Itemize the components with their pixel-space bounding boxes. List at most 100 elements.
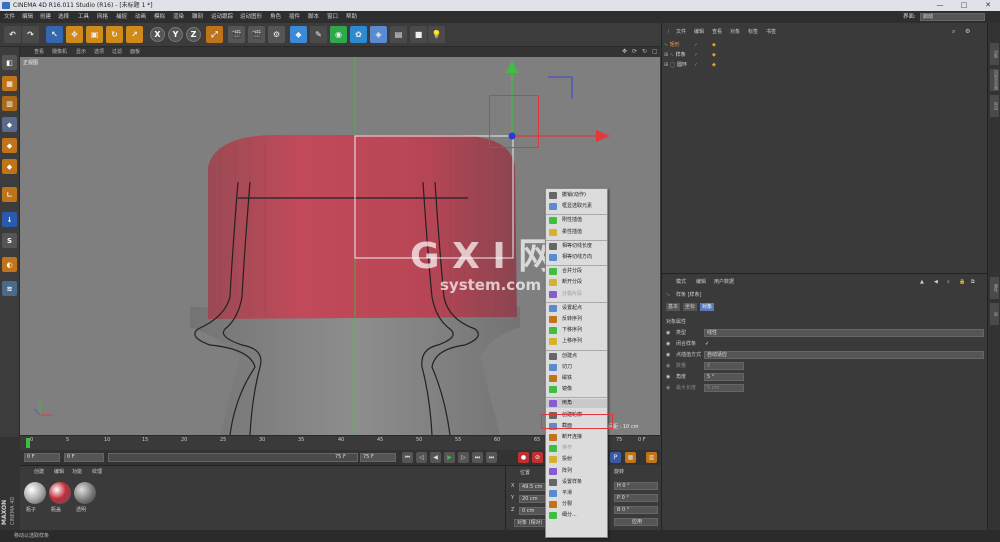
angle-field[interactable]: 5 °: [704, 373, 744, 381]
object-row-torus[interactable]: ⊞ ◯ 圆环 ✓ ◆: [664, 61, 986, 70]
viewport-menu-options[interactable]: 选项: [94, 47, 104, 57]
context-menu-item[interactable]: 刚性插值: [546, 216, 607, 225]
mat-menu-texture[interactable]: 纹理: [92, 468, 102, 475]
max-length-field[interactable]: 5 cm: [704, 384, 744, 392]
goto-start-icon[interactable]: ⏮: [402, 452, 413, 463]
viewport-zoom-icon[interactable]: ⟳: [632, 47, 637, 57]
context-menu-item[interactable]: 镜像: [546, 385, 607, 394]
auto-key-icon[interactable]: ⊘: [532, 452, 543, 463]
layers-icon[interactable]: ≋: [2, 281, 17, 296]
viewport-rotate-icon[interactable]: ↻: [642, 47, 647, 57]
live-selection-icon[interactable]: ↖: [46, 26, 63, 43]
rot-h-field[interactable]: H 0 °: [614, 482, 658, 490]
menu-help[interactable]: 帮助: [346, 12, 357, 22]
points-mode-icon[interactable]: ◆: [2, 159, 17, 174]
radio-icon[interactable]: ◉: [666, 352, 670, 358]
mat-menu-create[interactable]: 创建: [34, 468, 44, 475]
move-icon[interactable]: ✥: [66, 26, 83, 43]
subdivision-surface-icon[interactable]: ◉: [330, 26, 347, 43]
viewport-move-icon[interactable]: ✥: [622, 47, 627, 57]
context-menu-item[interactable]: 平滑: [546, 489, 607, 498]
attr-back-icon[interactable]: ◀: [934, 278, 938, 287]
menu-edit[interactable]: 编辑: [22, 12, 33, 22]
menu-mesh[interactable]: 网格: [97, 12, 108, 22]
objmgr-menu-view[interactable]: 查看: [712, 27, 722, 37]
tag-icon[interactable]: ◆: [712, 41, 716, 50]
object-name[interactable]: 圆环: [677, 62, 687, 68]
attr-up-arrow-icon[interactable]: ▲: [920, 278, 924, 287]
play-icon[interactable]: ▶: [444, 452, 455, 463]
mat-menu-edit[interactable]: 编辑: [54, 468, 64, 475]
object-manager-grip-icon[interactable]: ⋮: [666, 27, 671, 37]
context-menu-item[interactable]: 设置起点: [546, 304, 607, 313]
context-menu-item[interactable]: 相等切线长度: [546, 242, 607, 251]
context-menu-item[interactable]: 切刀: [546, 363, 607, 372]
closed-spline-checkbox[interactable]: ✓: [705, 340, 709, 349]
visibility-check-icon[interactable]: ✓: [694, 61, 698, 70]
render-view-icon[interactable]: 🎬: [228, 26, 245, 43]
context-menu-item[interactable]: 创建点: [546, 352, 607, 361]
context-menu-item[interactable]: 投射: [546, 455, 607, 464]
object-row-rectangle[interactable]: ∿ 矩形 ✓ ◆: [664, 41, 986, 50]
attr-lock-icon[interactable]: 🔒: [959, 278, 965, 287]
context-menu-item[interactable]: 上移序列: [546, 337, 607, 346]
visibility-check-icon[interactable]: ✓: [694, 41, 698, 50]
next-frame-icon[interactable]: ▷: [458, 452, 469, 463]
coordinate-system-icon[interactable]: ⤢: [206, 26, 223, 43]
camera-icon[interactable]: ■: [410, 26, 427, 43]
interpolation-select[interactable]: 自动适应: [704, 351, 984, 359]
attr-tab-coord[interactable]: 坐标: [683, 303, 698, 311]
tab-objects[interactable]: 对象: [990, 43, 999, 65]
context-menu-item[interactable]: 反转序列: [546, 315, 607, 324]
rot-b-field[interactable]: B 0 °: [614, 506, 658, 514]
tab-attributes[interactable]: 属性: [990, 277, 999, 299]
close-button[interactable]: ✕: [976, 0, 1000, 11]
context-menu-item[interactable]: 断开分段: [546, 278, 607, 287]
number-field[interactable]: 8: [704, 362, 744, 370]
start-frame-field[interactable]: 0 F: [24, 453, 60, 462]
tab-content-browser[interactable]: 内容浏览器: [990, 69, 999, 91]
deformer-icon[interactable]: ◈: [370, 26, 387, 43]
menu-select[interactable]: 选择: [58, 12, 69, 22]
prev-frame-icon[interactable]: ◀: [430, 452, 441, 463]
record-icon[interactable]: ●: [518, 452, 529, 463]
z-axis-lock-icon[interactable]: Z: [186, 27, 201, 42]
expand-icon[interactable]: ⊞: [664, 62, 668, 68]
array-icon[interactable]: ✿: [350, 26, 367, 43]
edges-mode-icon[interactable]: ∟: [2, 187, 17, 202]
tag-icon[interactable]: ◆: [712, 51, 716, 60]
context-menu-item[interactable]: 下移序列: [546, 326, 607, 335]
context-menu-item[interactable]: 框显选取元素: [546, 202, 607, 211]
scene-icon[interactable]: ▤: [390, 26, 407, 43]
radio-icon[interactable]: ◉: [666, 341, 670, 347]
objmgr-menu-edit[interactable]: 编辑: [694, 27, 704, 37]
keyframe-selection-icon[interactable]: P: [610, 452, 621, 463]
scale-icon[interactable]: ▣: [86, 26, 103, 43]
redo-icon[interactable]: ↷: [22, 26, 39, 43]
maximize-button[interactable]: □: [952, 0, 976, 11]
menu-character[interactable]: 角色: [270, 12, 281, 22]
context-menu-item[interactable]: 撤销(动作): [546, 191, 607, 200]
material-ball-cap[interactable]: [49, 482, 71, 504]
current-frame-field[interactable]: 0 F: [64, 453, 104, 462]
objmgr-search-icon[interactable]: ⌕: [952, 27, 955, 37]
x-axis-lock-icon[interactable]: X: [150, 27, 165, 42]
context-menu-item[interactable]: 磁铁: [546, 374, 607, 383]
object-mode-icon[interactable]: ◆: [2, 138, 17, 153]
gizmo-y-arrow-icon[interactable]: [506, 61, 518, 73]
attr-tab-object[interactable]: 对象: [700, 303, 715, 311]
tab-structure[interactable]: 构造: [990, 95, 999, 117]
type-select[interactable]: 线性: [704, 329, 984, 337]
workplane-lock-icon[interactable]: ◐: [2, 257, 17, 272]
viewport-layout-icon[interactable]: ▢: [652, 47, 658, 57]
undo-icon[interactable]: ↶: [4, 26, 21, 43]
end-frame-field[interactable]: 75 F: [360, 453, 396, 462]
menu-render[interactable]: 渲染: [173, 12, 184, 22]
visibility-check-icon[interactable]: ✓: [694, 51, 698, 60]
material-ball-transparent[interactable]: [74, 482, 96, 504]
attr-tab-basic[interactable]: 基本: [666, 303, 681, 311]
menu-snap[interactable]: 捕捉: [116, 12, 127, 22]
context-menu-item[interactable]: 细分...: [546, 511, 607, 520]
expand-icon[interactable]: ⊞: [664, 52, 668, 58]
snap-icon[interactable]: S: [2, 233, 17, 248]
